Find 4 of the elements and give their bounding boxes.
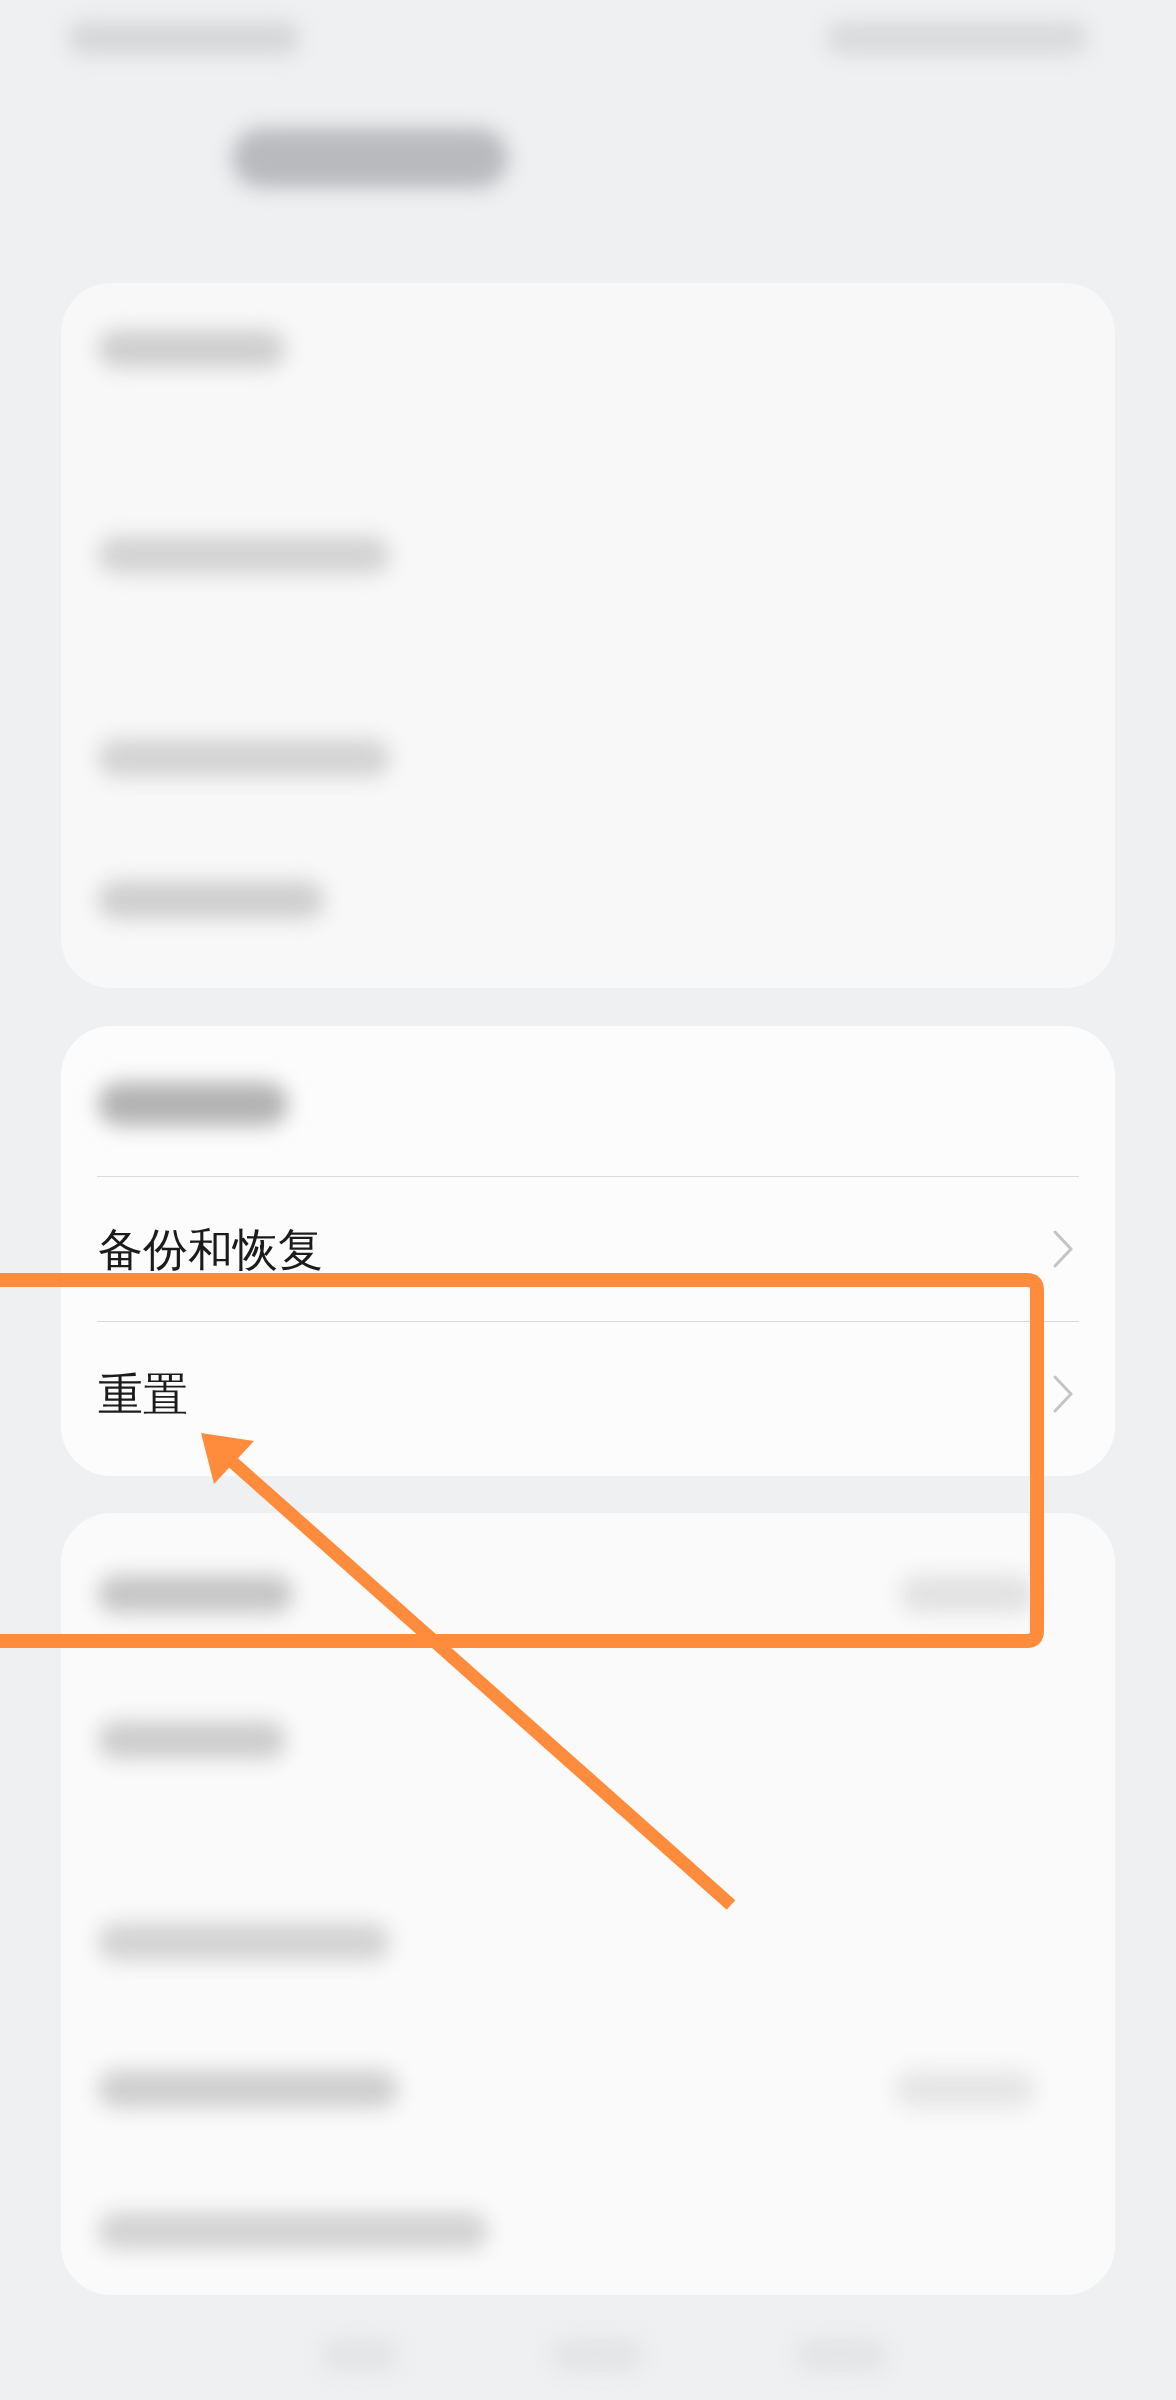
menu-item[interactable]: 重置: [61, 1322, 1115, 1466]
chevron-right-icon: [1053, 1375, 1073, 1413]
chevron-right-icon: [1053, 1230, 1073, 1268]
menu-item[interactable]: 备份和恢复: [61, 1177, 1115, 1321]
